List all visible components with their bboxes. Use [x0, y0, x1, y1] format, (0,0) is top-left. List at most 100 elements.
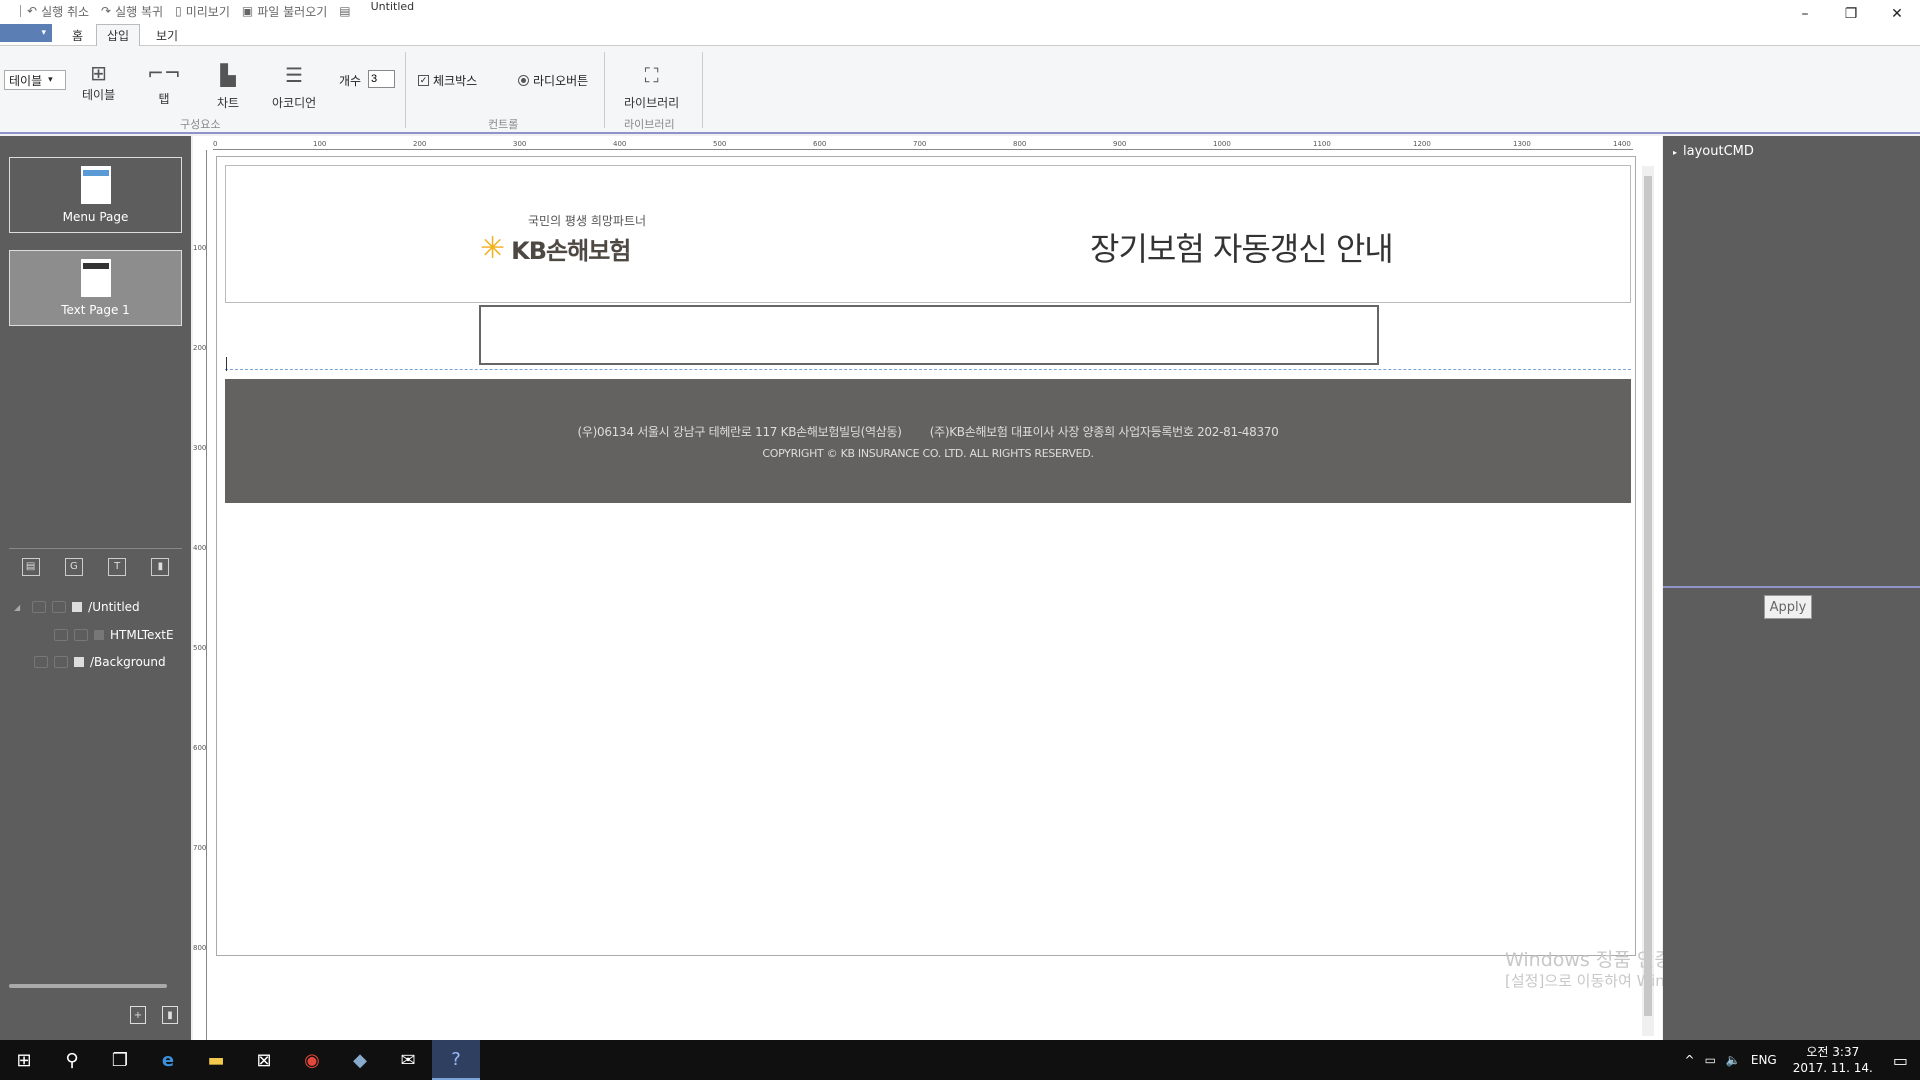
- eye-icon[interactable]: [54, 629, 68, 641]
- group-label-components: 구성요소: [180, 118, 221, 131]
- footer-address: (우)06134 서울시 강남구 테헤란로 117 KB손해보험빌딩(역삼동) …: [577, 425, 1279, 439]
- document-page[interactable]: 국민의 평생 희망파트너 ✳ KB손해보험 장기보험 자동갱신 안내 (우)06…: [216, 156, 1636, 956]
- add-page-icon[interactable]: +: [130, 1006, 146, 1024]
- group-label-library: 라이브러리: [624, 118, 675, 131]
- layer-label: HTMLTextE: [110, 628, 174, 642]
- file-explorer-icon[interactable]: ▬: [192, 1040, 240, 1080]
- tab-button[interactable]: ⌐¬ 탭: [147, 60, 181, 107]
- page-thumb-menu[interactable]: Menu Page: [9, 157, 182, 233]
- save-button[interactable]: ▤: [339, 4, 350, 18]
- vertical-scrollbar[interactable]: [1642, 166, 1654, 1036]
- table-button-label: 테이블: [82, 88, 116, 102]
- group-separator: [702, 52, 703, 128]
- horizontal-ruler: 0 100 200 300 400 500 600 700 800 900 10…: [213, 140, 1633, 150]
- table-button[interactable]: ⊞ 테이블: [82, 60, 115, 103]
- group-separator: [604, 52, 605, 128]
- preview-button[interactable]: ▯ 미리보기: [175, 3, 230, 20]
- page-thumb-label: Menu Page: [62, 210, 129, 224]
- horizontal-scrollbar[interactable]: [9, 984, 167, 988]
- page-icon: [80, 166, 111, 204]
- undo-icon: ↶: [27, 4, 38, 18]
- ruler-label: 200: [413, 140, 427, 148]
- expand-icon[interactable]: ◢: [14, 603, 20, 612]
- ruler-label: 500: [713, 140, 727, 148]
- page-thumb-text-1[interactable]: Text Page 1: [9, 250, 182, 326]
- ruler-label: 600: [813, 140, 827, 148]
- image-layer-icon[interactable]: ▤: [21, 557, 40, 576]
- layer-icon: [72, 602, 83, 612]
- clock[interactable]: 오전 3:37 2017. 11. 14.: [1793, 1044, 1873, 1076]
- windows-start-icon[interactable]: ⊞: [0, 1040, 48, 1080]
- ruler-label: 400: [613, 140, 627, 148]
- layer-label: /Untitled: [88, 600, 140, 614]
- clock-time: 오전 3:37: [1806, 1045, 1860, 1059]
- lock-icon[interactable]: [54, 656, 68, 668]
- library-button-label: 라이브러리: [624, 96, 680, 110]
- redo-button[interactable]: ↷ 실행 복귀: [101, 3, 163, 20]
- count-input[interactable]: [368, 70, 395, 88]
- eye-icon[interactable]: [32, 601, 47, 613]
- undo-button[interactable]: ↶ 실행 취소: [27, 3, 89, 20]
- redo-label: 실행 복귀: [115, 4, 164, 19]
- scrollbar-thumb[interactable]: [1644, 176, 1652, 1016]
- preview-label: 미리보기: [185, 4, 230, 19]
- lock-icon[interactable]: [74, 629, 88, 641]
- file-menu-button[interactable]: ▾: [0, 24, 52, 42]
- tab-view[interactable]: 보기: [146, 24, 188, 46]
- library-button[interactable]: ⛶ 라이브러리: [624, 62, 679, 111]
- html-text-box[interactable]: [479, 305, 1379, 365]
- apply-button[interactable]: Apply: [1764, 595, 1812, 619]
- logo-tagline: 국민의 평생 희망파트너: [528, 214, 647, 228]
- editor-app-icon[interactable]: ?: [432, 1040, 480, 1080]
- checkbox-button[interactable]: ✓ 체크박스: [418, 72, 477, 89]
- delete-page-icon[interactable]: ▮: [162, 1006, 178, 1024]
- ruler-label: 700: [913, 140, 927, 148]
- eye-icon[interactable]: [34, 656, 48, 668]
- network-icon[interactable]: ▭: [1705, 1053, 1716, 1067]
- radio-button-tool[interactable]: 라디오버튼: [518, 72, 588, 89]
- search-icon[interactable]: ⚲: [48, 1040, 96, 1080]
- chevron-up-icon[interactable]: ^: [1685, 1053, 1695, 1067]
- language-indicator[interactable]: ENG: [1751, 1053, 1777, 1067]
- delete-layer-icon[interactable]: ▮: [151, 557, 170, 576]
- chevron-down-icon: ▾: [48, 75, 53, 85]
- tab-icon: ⌐¬: [147, 61, 181, 85]
- layer-item[interactable]: HTMLTextE: [54, 626, 174, 644]
- doc-header[interactable]: 국민의 평생 희망파트너 ✳ KB손해보험 장기보험 자동갱신 안내: [225, 165, 1631, 303]
- tab-insert[interactable]: 삽입: [96, 24, 141, 46]
- preview-icon: ▯: [175, 4, 182, 18]
- table-dropdown[interactable]: 테이블 ▾: [4, 70, 66, 90]
- tab-button-label: 탭: [158, 92, 170, 106]
- chrome-icon[interactable]: ◉: [288, 1040, 336, 1080]
- ruler-label: 400: [193, 544, 207, 552]
- ruler-label: 1300: [1513, 140, 1531, 148]
- ruler-label: 800: [193, 944, 207, 952]
- layer-icon: [74, 657, 84, 667]
- page-thumb-label: Text Page 1: [61, 303, 130, 317]
- volume-icon[interactable]: 🔈: [1726, 1053, 1741, 1067]
- store-icon[interactable]: ⊠: [240, 1040, 288, 1080]
- lock-icon[interactable]: [52, 601, 67, 613]
- ruler-label: 200: [193, 344, 207, 352]
- tree-item-layoutcmd[interactable]: ▸ layoutCMD: [1673, 144, 1754, 159]
- group-separator: [405, 52, 406, 128]
- notification-icon[interactable]: ▭: [1893, 1051, 1908, 1070]
- mail-icon[interactable]: ✉: [384, 1040, 432, 1080]
- ruler-label: 1400: [1613, 140, 1631, 148]
- app-icon[interactable]: ◆: [336, 1040, 384, 1080]
- load-file-button[interactable]: ▣ 파일 불러오기: [242, 3, 327, 20]
- chart-button[interactable]: ▙ 차트: [214, 62, 242, 111]
- tab-home[interactable]: 홈: [62, 24, 93, 46]
- text-layer-icon[interactable]: T: [108, 557, 127, 576]
- accordion-button[interactable]: ☰ 아코디언: [272, 62, 316, 111]
- ruler-label: 800: [1013, 140, 1027, 148]
- doc-footer[interactable]: (우)06134 서울시 강남구 테헤란로 117 KB손해보험빌딩(역삼동) …: [225, 379, 1631, 503]
- group-layer-icon[interactable]: G: [64, 557, 83, 576]
- edge-icon[interactable]: e: [144, 1040, 192, 1080]
- layer-item[interactable]: ◢ /Untitled: [14, 598, 140, 616]
- task-view-icon[interactable]: ❐: [96, 1040, 144, 1080]
- ribbon-tabs: ▾ 홈 삽입 보기: [0, 22, 1920, 46]
- separator: [20, 5, 21, 17]
- ruler-label: 500: [193, 644, 207, 652]
- layer-item[interactable]: /Background: [34, 653, 166, 671]
